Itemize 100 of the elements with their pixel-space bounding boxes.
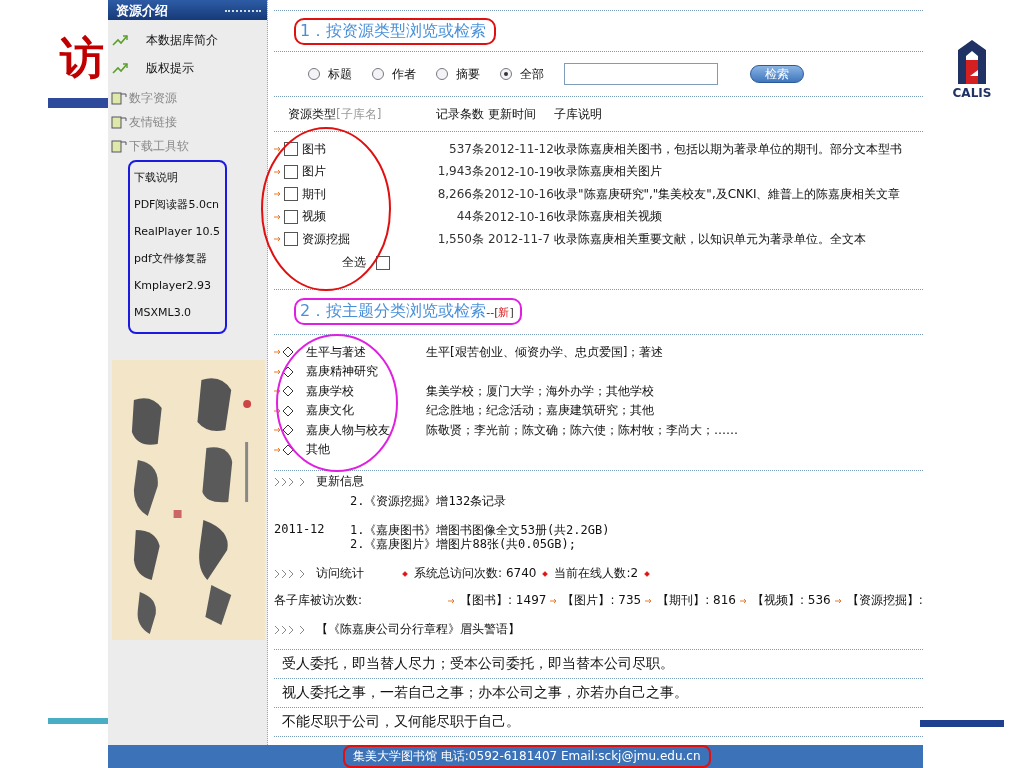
sidebar-link[interactable]: 本数据库简介 <box>108 26 267 54</box>
topic-link[interactable]: 嘉庚文化 <box>300 402 426 420</box>
diamond-icon <box>282 443 294 456</box>
section-heading: 访问统计 <box>316 565 364 582</box>
table-cell-text: 收录陈嘉庚相关图书，包括以期为著录单位的期刊。部分文本型书 <box>554 140 903 158</box>
table-cell-text: 收录"陈嘉庚研究","集美校友",及CNKI、維普上的陈嘉庚相关文章 <box>554 185 902 203</box>
table-cell-text: 收录陈嘉庚相关图片 <box>554 163 663 181</box>
stat-text: 【图书】: 1497 <box>460 592 547 609</box>
radio-option[interactable]: 摘要 <box>436 65 480 83</box>
arrow-icon <box>274 368 282 375</box>
download-link[interactable]: RealPlayer 10.5 <box>134 218 225 245</box>
section-heading: 更新信息 <box>316 473 364 490</box>
section-title: 1．按资源类型浏览或检索 <box>294 17 497 45</box>
footer-text: 集美大学图书馆 电话:0592-6181407 Email:sckj@jmu.edu.cn <box>343 745 711 768</box>
subtopic-list: 纪念胜地；纪念活动；嘉庚建筑研究；其他 <box>426 402 923 420</box>
folder-icon <box>111 115 127 129</box>
motto-line: 视人委托之事，一若自己之事；办本公司之事，亦若办自己之事。 <box>274 678 923 708</box>
arrow-icon <box>834 597 843 604</box>
checkbox[interactable] <box>284 232 298 247</box>
trend-arrow-icon <box>112 62 128 74</box>
logo-text: CALIS <box>952 86 992 100</box>
sidebar-header: 资源介绍 <box>108 0 267 20</box>
trend-arrow-icon <box>112 34 128 46</box>
column-header: 子库说明 <box>554 105 603 123</box>
accent-bar <box>48 98 108 108</box>
search-field[interactable] <box>564 63 718 85</box>
subtopic-list: 生平[艰苦创业、倾资办学、忠贞爱国]；著述 <box>426 343 923 361</box>
section-heading: 【《陈嘉庚公司分行章程》眉头警语】 <box>316 621 520 638</box>
download-link[interactable]: MSXML3.0 <box>134 299 225 326</box>
download-link[interactable]: 下载说明 <box>134 164 225 191</box>
diamond-icon <box>282 404 294 417</box>
table-cell[interactable]: 图片 <box>300 163 420 181</box>
table-cell[interactable]: 资源挖掘 <box>300 230 420 248</box>
topic-link[interactable]: 嘉庚精神研究 <box>300 363 426 381</box>
radio-option[interactable]: 标题 <box>308 65 352 83</box>
section-title: 2．按主题分类浏览或检索--[新] <box>294 298 522 325</box>
folder-icon <box>111 139 127 153</box>
radio-option[interactable]: 作者 <box>372 65 416 83</box>
select-all-label: 全选 <box>342 254 366 271</box>
diamond-icon <box>402 570 408 577</box>
column-header: 更新时间 <box>487 105 537 123</box>
table-cell-text: 收录陈嘉庚相关重要文献，以知识单元为著录单位。全文本 <box>554 230 867 248</box>
stat-text: 【视频】: 536 <box>751 592 831 609</box>
folder-icon <box>111 91 127 105</box>
download-link[interactable]: PDF阅读器5.0cn <box>134 191 225 218</box>
table-cell-text: 1,943条 <box>436 163 484 181</box>
arrow-icon <box>274 146 282 153</box>
table-cell: 2012-10-16 <box>484 209 554 224</box>
stat-text: 【资源挖掘】: <box>846 592 923 609</box>
radio-option[interactable]: 全部 <box>500 65 544 83</box>
arrow-icon <box>274 407 282 414</box>
arrow-icon <box>645 597 654 604</box>
column-header: [子库名] <box>336 105 382 123</box>
arrow-icon <box>274 427 282 434</box>
table-cell: 2012-10-19 <box>484 164 554 179</box>
topic-link[interactable]: 嘉庚学校 <box>300 382 426 400</box>
checkbox[interactable] <box>284 187 298 202</box>
diamond-icon <box>282 365 294 378</box>
motto-line: 不能尽职于公司，又何能尽职于自己。 <box>274 707 923 737</box>
topic-link[interactable]: 生平与著述 <box>300 343 426 361</box>
arrow-icon <box>274 349 282 356</box>
checkbox[interactable] <box>284 209 298 224</box>
arrow-icon <box>739 597 748 604</box>
stat-label: 各子库被访次数: <box>274 592 364 609</box>
table-cell-text: 44条 <box>455 208 484 226</box>
arrow-icon <box>274 388 282 395</box>
arrow-icon <box>274 213 282 220</box>
subtopic-list: 集美学校；厦门大学；海外办学；其他学校 <box>426 382 923 400</box>
stat-text: 【期刊】: 816 <box>657 592 736 609</box>
topic-link[interactable]: 嘉庚人物与校友 <box>300 421 426 439</box>
diamond-icon <box>282 385 294 398</box>
diamond-icon <box>542 570 549 577</box>
checkbox[interactable] <box>284 164 298 179</box>
sidebar-link[interactable]: 版权提示 <box>108 54 267 82</box>
table-cell[interactable]: 期刊 <box>300 185 420 203</box>
motto-line: 受人委托，即当替人尽力；受本公司委托，即当替本公司尽职。 <box>274 649 923 679</box>
arrow-icon <box>274 168 282 175</box>
table-cell[interactable]: 图书 <box>300 140 420 158</box>
slide-title: 访 <box>60 36 104 80</box>
update-text: 2.《资源挖掘》增132条记录 <box>350 492 508 510</box>
table-cell-text: 8,266条 <box>436 185 484 203</box>
arrow-icon <box>550 597 559 604</box>
arrow-icon <box>274 191 282 198</box>
stat-text: 【图片】: 735 <box>562 592 642 609</box>
stat-text: 当前在线人数:2 <box>554 565 639 582</box>
table-cell-text: 537条 <box>448 140 484 158</box>
diamond-icon <box>282 346 294 359</box>
checkbox[interactable] <box>376 255 390 270</box>
diamond-icon <box>282 424 294 437</box>
table-cell-text: 收录陈嘉庚相关视频 <box>554 208 663 226</box>
accent-bar <box>48 718 108 724</box>
table-cell[interactable]: 视频 <box>300 208 420 226</box>
topic-link[interactable]: 其他 <box>300 441 426 459</box>
download-link[interactable]: pdf文件修复器 <box>134 245 225 272</box>
table-cell-text: 2012-11-7 <box>486 232 552 247</box>
arrow-icon <box>274 446 282 453</box>
column-header: 资源类型 <box>288 105 336 123</box>
stat-text: 系统总访问次数: 6740 <box>414 565 537 582</box>
download-link[interactable]: Kmplayer2.93 <box>134 272 225 299</box>
column-header: 记录条数 <box>435 105 484 123</box>
